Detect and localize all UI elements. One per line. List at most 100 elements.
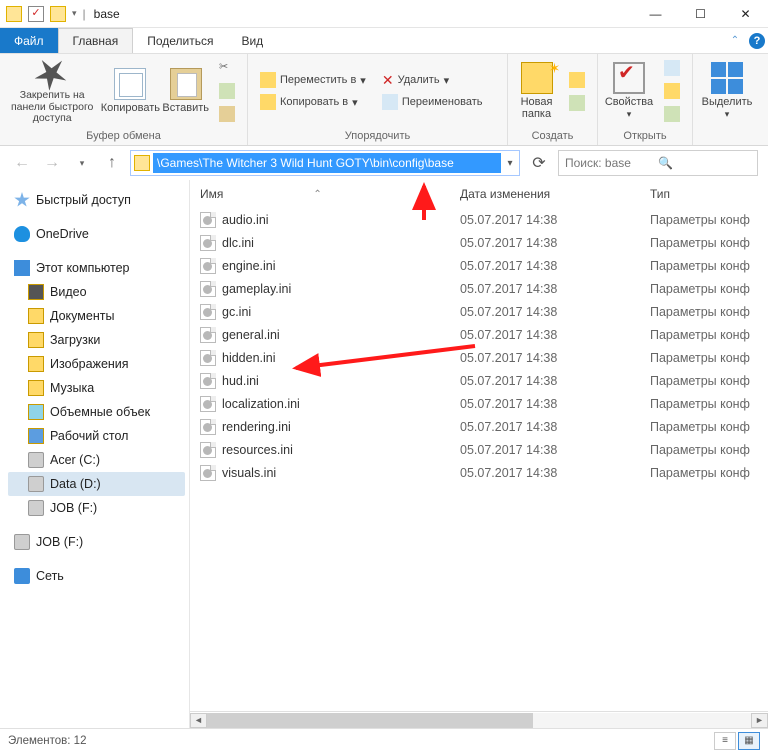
folder-icon	[28, 380, 44, 396]
scroll-right-icon[interactable]: ►	[751, 713, 768, 728]
nav-documents[interactable]: Документы	[8, 304, 185, 328]
pin-quickaccess-button[interactable]: Закрепить на панели быстрого доступа	[6, 57, 98, 125]
nav-drive-job2[interactable]: JOB (F:)	[8, 530, 185, 554]
file-date: 05.07.2017 14:38	[460, 259, 650, 273]
open-button[interactable]	[660, 58, 684, 78]
file-row[interactable]: hud.ini05.07.2017 14:38Параметры конф	[200, 369, 768, 392]
nav-pictures[interactable]: Изображения	[8, 352, 185, 376]
nav-desktop[interactable]: Рабочий стол	[8, 424, 185, 448]
navigation-pane[interactable]: Быстрый доступ OneDrive Этот компьютер В…	[0, 180, 190, 728]
address-bar[interactable]: ▾	[130, 150, 520, 176]
nav-onedrive[interactable]: OneDrive	[8, 222, 185, 246]
tab-view[interactable]: Вид	[227, 28, 277, 53]
maximize-button[interactable]: ☐	[678, 0, 723, 28]
nav-3d-objects[interactable]: Объемные объек	[8, 400, 185, 424]
file-row[interactable]: localization.ini05.07.2017 14:38Параметр…	[200, 392, 768, 415]
nav-music[interactable]: Музыка	[8, 376, 185, 400]
edit-button[interactable]	[660, 81, 684, 101]
file-name: audio.ini	[222, 213, 269, 227]
file-date: 05.07.2017 14:38	[460, 236, 650, 250]
col-name[interactable]: Имя	[200, 187, 223, 201]
copy-button[interactable]: Копировать	[102, 57, 158, 125]
ini-file-icon	[200, 465, 216, 481]
qat-folder-icon[interactable]	[50, 6, 66, 22]
file-date: 05.07.2017 14:38	[460, 374, 650, 388]
nav-quick-access[interactable]: Быстрый доступ	[8, 188, 185, 212]
nav-drive-job1[interactable]: JOB (F:)	[8, 496, 185, 520]
minimize-button[interactable]: —	[633, 0, 678, 28]
ini-file-icon	[200, 419, 216, 435]
paste-button[interactable]: Вставить	[162, 57, 209, 125]
easy-access-button[interactable]	[565, 93, 589, 113]
paste-shortcut-button[interactable]	[215, 104, 239, 124]
view-details-button[interactable]: ≡	[714, 732, 736, 750]
cut-button[interactable]: ✂	[215, 58, 239, 78]
scroll-left-icon[interactable]: ◄	[190, 713, 207, 728]
file-row[interactable]: general.ini05.07.2017 14:38Параметры кон…	[200, 323, 768, 346]
tab-home[interactable]: Главная	[58, 28, 134, 53]
file-row[interactable]: visuals.ini05.07.2017 14:38Параметры кон…	[200, 461, 768, 484]
copy-to-button[interactable]: Копировать в ▾	[256, 92, 370, 112]
tab-share[interactable]: Поделиться	[133, 28, 227, 53]
address-folder-icon	[134, 155, 150, 171]
nav-downloads[interactable]: Загрузки	[8, 328, 185, 352]
file-type: Параметры конф	[650, 351, 768, 365]
col-modified[interactable]: Дата изменения	[460, 187, 650, 201]
file-date: 05.07.2017 14:38	[460, 443, 650, 457]
search-input[interactable]: Поиск: base 🔍	[558, 150, 758, 176]
select-button[interactable]: Выделить▾	[699, 57, 755, 125]
address-input[interactable]	[153, 153, 501, 173]
nav-drive-data[interactable]: Data (D:)	[8, 472, 185, 496]
nav-drive-acer[interactable]: Acer (C:)	[8, 448, 185, 472]
qat-checkbox-icon[interactable]: ✓	[28, 6, 44, 22]
column-headers[interactable]: Имя ⌃ Дата изменения Тип	[190, 180, 768, 208]
file-row[interactable]: rendering.ini05.07.2017 14:38Параметры к…	[200, 415, 768, 438]
cloud-icon	[14, 226, 30, 242]
help-button[interactable]: ?	[746, 28, 768, 53]
copy-path-button[interactable]	[215, 81, 239, 101]
nav-video[interactable]: Видео	[8, 280, 185, 304]
copy-path-icon	[219, 83, 235, 99]
file-row[interactable]: audio.ini05.07.2017 14:38Параметры конф	[200, 208, 768, 231]
file-row[interactable]: dlc.ini05.07.2017 14:38Параметры конф	[200, 231, 768, 254]
file-row[interactable]: gameplay.ini05.07.2017 14:38Параметры ко…	[200, 277, 768, 300]
collapse-ribbon-icon[interactable]: ⌃	[724, 28, 746, 53]
disk-icon	[28, 500, 44, 516]
refresh-button[interactable]: ⟳	[526, 150, 552, 176]
scroll-thumb[interactable]	[207, 713, 533, 728]
nav-this-pc[interactable]: Этот компьютер	[8, 256, 185, 280]
file-row[interactable]: hidden.ini05.07.2017 14:38Параметры конф	[200, 346, 768, 369]
sort-indicator-icon: ⌃	[313, 189, 321, 200]
nav-network[interactable]: Сеть	[8, 564, 185, 588]
file-list[interactable]: audio.ini05.07.2017 14:38Параметры конфd…	[190, 208, 768, 711]
rename-button[interactable]: Переименовать	[378, 92, 487, 112]
file-row[interactable]: engine.ini05.07.2017 14:38Параметры конф	[200, 254, 768, 277]
col-type[interactable]: Тип	[650, 187, 768, 201]
properties-button[interactable]: Свойства▾	[604, 57, 654, 125]
view-icons-button[interactable]: ▦	[738, 732, 760, 750]
disk-icon	[28, 452, 44, 468]
history-button[interactable]	[660, 104, 684, 124]
file-row[interactable]: resources.ini05.07.2017 14:38Параметры к…	[200, 438, 768, 461]
close-button[interactable]: ✕	[723, 0, 768, 28]
up-button[interactable]: ↑	[100, 151, 124, 175]
file-tab[interactable]: Файл	[0, 28, 58, 53]
recent-dropdown-icon[interactable]: ▾	[70, 151, 94, 175]
qat-dropdown-icon[interactable]: ▾	[72, 8, 77, 19]
file-row[interactable]: gc.ini05.07.2017 14:38Параметры конф	[200, 300, 768, 323]
scroll-track[interactable]	[207, 713, 751, 728]
file-date: 05.07.2017 14:38	[460, 351, 650, 365]
address-dropdown-icon[interactable]: ▾	[501, 158, 519, 169]
horizontal-scrollbar[interactable]: ◄ ►	[190, 711, 768, 728]
nav-onedrive-label: OneDrive	[36, 227, 89, 241]
move-icon	[260, 72, 276, 88]
delete-icon: ✕	[382, 72, 394, 89]
back-button[interactable]: ←	[10, 151, 34, 175]
nav-music-label: Музыка	[50, 381, 94, 395]
move-to-label: Переместить в	[280, 74, 356, 86]
new-item-button[interactable]	[565, 70, 589, 90]
delete-button[interactable]: ✕Удалить ▾	[378, 70, 487, 90]
new-folder-button[interactable]: Новая папка	[514, 57, 559, 125]
move-to-button[interactable]: Переместить в ▾	[256, 70, 370, 90]
forward-button[interactable]: →	[40, 151, 64, 175]
